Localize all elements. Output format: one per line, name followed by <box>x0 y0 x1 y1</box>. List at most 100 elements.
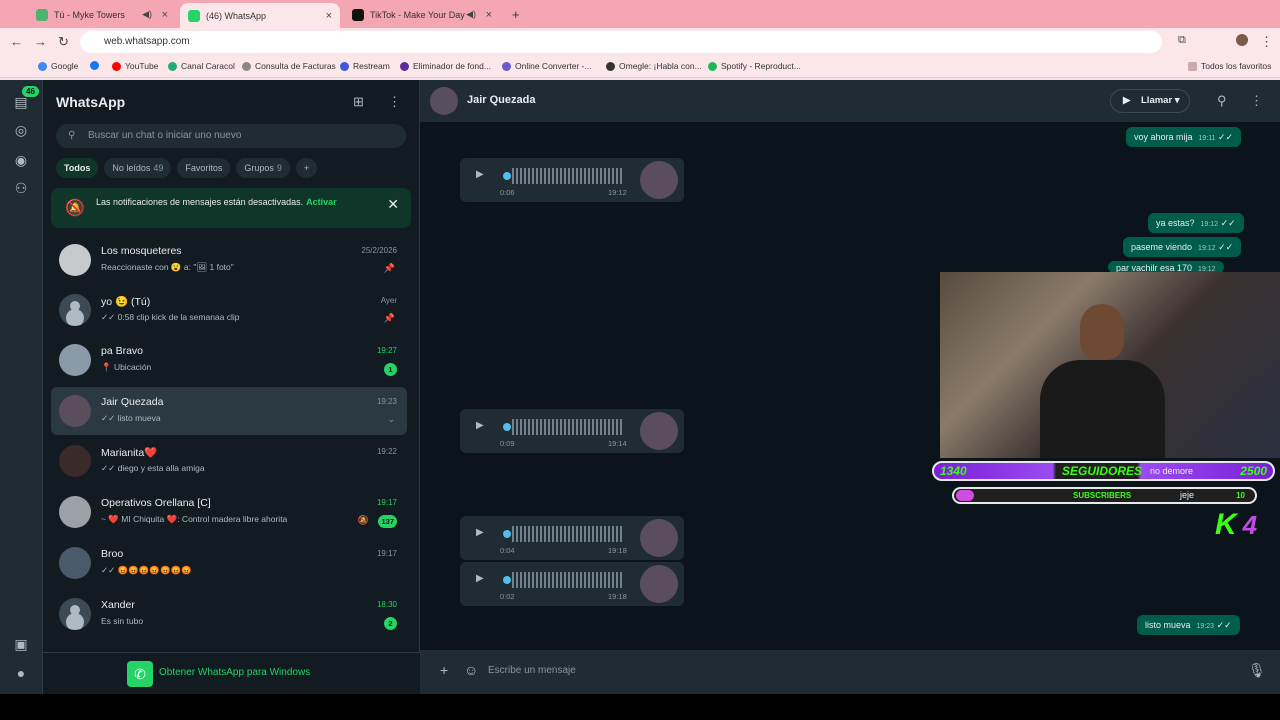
menu-icon[interactable]: ⋮ <box>1260 34 1273 50</box>
message-out[interactable]: paseme viendo 19:12 ✓✓ <box>1123 237 1242 257</box>
chevron-down-icon[interactable]: ⌄ <box>387 414 395 425</box>
tab-title: Tú - Myke Towers <box>54 9 125 20</box>
play-icon[interactable]: ▶ <box>476 420 484 431</box>
bookmark[interactable]: Eliminador de fond... <box>400 61 491 71</box>
search-icon[interactable]: ⚲ <box>1217 93 1227 109</box>
emoji-icon[interactable]: ☺ <box>464 662 478 678</box>
play-icon[interactable]: ▶ <box>476 527 484 538</box>
audio-duration: 0:04 <box>500 546 515 555</box>
seek-knob[interactable] <box>503 423 511 431</box>
reload-icon[interactable]: ↻ <box>58 34 69 50</box>
chat-item[interactable]: Broo ✓✓ 😡😡😡😡😡😡😡 19:17 <box>51 539 407 587</box>
play-icon[interactable]: ▶ <box>476 573 484 584</box>
contact-avatar[interactable] <box>430 87 458 115</box>
tab-tiktok[interactable]: TikTok - Make Your Day ◀) × <box>344 3 500 26</box>
message-out[interactable]: listo mueva 19:23 ✓✓ <box>1137 615 1240 635</box>
chat-name: Marianita❤️ <box>101 447 158 459</box>
chat-name: Xander <box>101 599 135 611</box>
back-icon[interactable]: ← <box>10 34 23 49</box>
profile-icon[interactable]: ● <box>12 665 30 683</box>
call-button[interactable]: ▶ Llamar ▾ <box>1110 89 1190 113</box>
composer: + ☺ Escribe un mensaje 🎙 <box>420 650 1280 694</box>
contact-name[interactable]: Jair Quezada <box>467 94 535 106</box>
new-tab-button[interactable]: + <box>504 3 524 26</box>
extensions-icon[interactable]: ⧉ <box>1178 34 1186 47</box>
audio-time: 19:14 <box>608 439 627 448</box>
message-input[interactable]: Escribe un mensaje <box>488 665 576 676</box>
seek-knob[interactable] <box>503 172 511 180</box>
browser-chrome: Tú - Myke Towers ◀) × (46) WhatsApp × Ti… <box>0 0 1280 80</box>
followers-goal-bar: 1340 SEGUIDORES no demore 2500 <box>932 461 1275 481</box>
bookmark[interactable]: Online Converter -... <box>502 61 592 71</box>
chat-name: Jair Quezada <box>101 396 164 408</box>
webcam-overlay <box>940 272 1280 458</box>
message-out[interactable]: ya estas? 19:12 ✓✓ <box>1148 213 1244 233</box>
audio-time: 19:18 <box>608 592 627 601</box>
play-icon[interactable]: ▶ <box>476 169 484 180</box>
chat-item[interactable]: Los mosqueteres Reaccionaste con 😮 a: "🖼… <box>51 236 407 284</box>
activate-link[interactable]: Activar <box>306 197 337 207</box>
bookmark[interactable]: Consulta de Facturas <box>242 61 336 71</box>
close-icon[interactable]: × <box>486 9 492 21</box>
menu-icon[interactable]: ⋮ <box>388 94 401 110</box>
waveform[interactable] <box>512 572 624 588</box>
waveform[interactable] <box>512 419 624 435</box>
chip-todos[interactable]: Todos <box>56 158 99 178</box>
menu-icon[interactable]: ⋮ <box>1250 93 1263 109</box>
chip-add[interactable]: + <box>295 158 318 178</box>
chip-no-leidos[interactable]: No leídos 49 <box>104 158 172 178</box>
waveform[interactable] <box>512 526 624 542</box>
voice-message[interactable]: ▶ 0:04 19:18 <box>460 516 684 560</box>
plus-icon[interactable]: + <box>440 662 448 678</box>
chat-list-panel: WhatsApp ⊞ ⋮ ⚲ Buscar un chat o iniciar … <box>43 80 420 694</box>
chip-favoritos[interactable]: Favoritos <box>177 158 231 178</box>
chat-item[interactable]: Xander Es sin tubo 18:30 2 <box>51 590 407 638</box>
microphone-icon[interactable]: 🎙 <box>1248 662 1266 679</box>
tab-whatsapp[interactable]: (46) WhatsApp × <box>180 3 340 28</box>
chat-item[interactable]: yo 😉 (Tú) ✓✓ 0:58 clip kick de la semana… <box>51 286 407 334</box>
chip-grupos[interactable]: Grupos 9 <box>236 158 290 178</box>
profile-avatar[interactable] <box>1236 34 1248 46</box>
bookmark[interactable]: Restream <box>340 61 390 71</box>
media-icon[interactable]: ▣ <box>12 636 30 654</box>
new-chat-icon[interactable]: ⊞ <box>353 94 364 110</box>
close-icon[interactable]: × <box>326 10 332 22</box>
chat-preview: ✓✓ diego y esta alla amiga <box>101 463 205 473</box>
chat-item-selected[interactable]: Jair Quezada ✓✓ listo mueva 19:23 ⌄ <box>51 387 407 435</box>
close-icon[interactable]: × <box>162 9 168 21</box>
converter-icon <box>502 61 511 71</box>
tab-myke-towers[interactable]: Tú - Myke Towers ◀) × <box>28 3 176 26</box>
all-bookmarks[interactable]: Todos los favoritos <box>1188 61 1271 71</box>
voice-message[interactable]: ▶ 0:06 19:12 <box>460 158 684 202</box>
conversation-header[interactable]: Jair Quezada ▶ Llamar ▾ ⚲ ⋮ <box>420 80 1280 122</box>
bookmark[interactable]: Spotify - Reproduct... <box>708 61 801 71</box>
voice-message[interactable]: ▶ 0:09 19:14 <box>460 409 684 453</box>
bookmark[interactable]: Canal Caracol <box>168 61 235 71</box>
seek-knob[interactable] <box>503 530 511 538</box>
bookmark[interactable] <box>90 61 103 70</box>
url-input[interactable]: web.whatsapp.com <box>80 31 1162 53</box>
voice-message[interactable]: ▶ 0:02 19:18 <box>460 562 684 606</box>
avatar <box>59 547 91 579</box>
seek-knob[interactable] <box>503 576 511 584</box>
chat-item[interactable]: Marianita❤️ ✓✓ diego y esta alla amiga 1… <box>51 437 407 485</box>
forward-icon[interactable]: → <box>34 34 47 49</box>
status-icon[interactable]: ◎ <box>12 122 30 140</box>
chat-item[interactable]: Operativos Orellana [C] ~ ❤️ MI Chiquita… <box>51 488 407 536</box>
close-icon[interactable]: ✕ <box>387 196 399 213</box>
speaker-icon[interactable]: ◀) <box>142 9 152 20</box>
bookmark[interactable]: Google <box>38 61 78 71</box>
message-out[interactable]: voy ahora mija 19:11 ✓✓ <box>1126 127 1242 147</box>
chat-item[interactable]: pa Bravo 📍 Ubicación 19:27 1 <box>51 336 407 384</box>
communities-icon[interactable]: ⚇ <box>12 180 30 198</box>
chat-preview: ✓✓ listo mueva <box>101 413 161 423</box>
chat-time: 19:22 <box>376 447 397 456</box>
bookmark[interactable]: Omegle: ¡Habla con... <box>606 61 702 71</box>
bookmark[interactable]: YouTube <box>112 61 158 71</box>
speaker-icon[interactable]: ◀) <box>466 9 476 20</box>
tab-title: TikTok - Make Your Day <box>370 9 465 20</box>
channels-icon[interactable]: ◉ <box>12 152 30 170</box>
search-input[interactable]: ⚲ Buscar un chat o iniciar uno nuevo <box>56 124 406 148</box>
waveform[interactable] <box>512 168 624 184</box>
get-windows-banner[interactable]: ✆ Obtener WhatsApp para Windows <box>43 652 420 694</box>
